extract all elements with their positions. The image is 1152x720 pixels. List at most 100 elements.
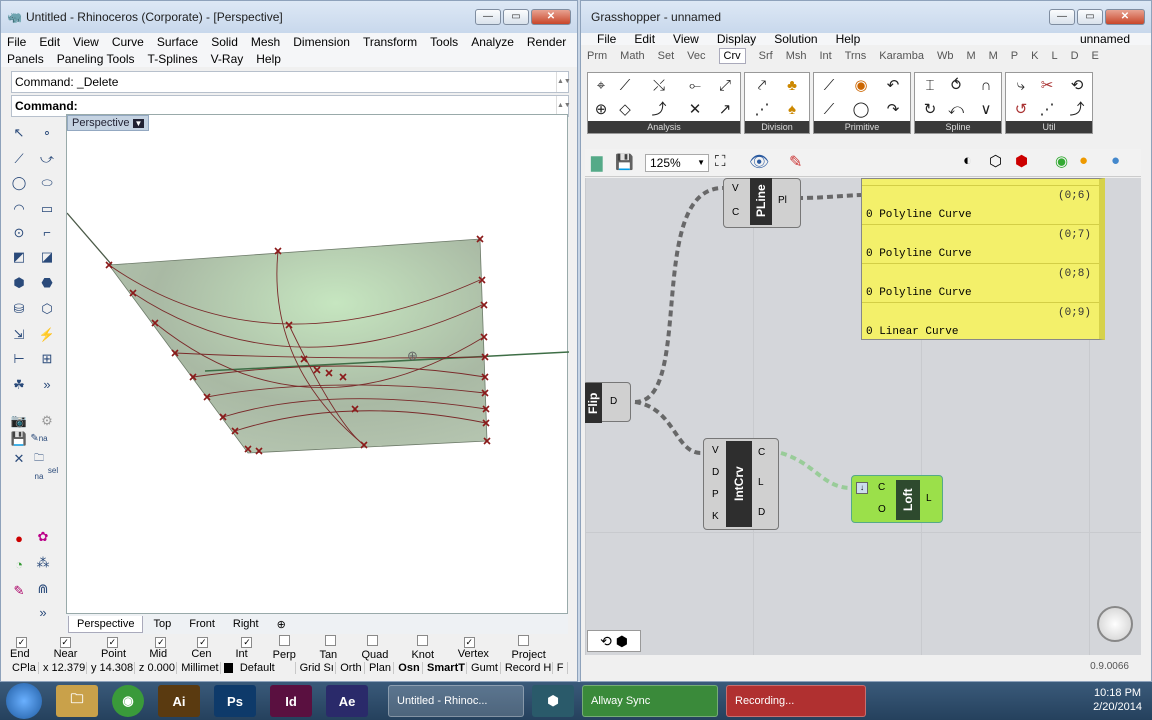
checkbox-icon[interactable] xyxy=(417,635,429,646)
paint-icon[interactable]: ✎ xyxy=(10,582,28,600)
save-icon[interactable]: 💾 xyxy=(10,430,28,448)
checkbox-icon[interactable] xyxy=(517,635,529,646)
app-ae-icon[interactable]: Ae xyxy=(326,685,368,717)
curve-frame-icon[interactable]: ⟜ xyxy=(684,75,706,97)
osnap-point[interactable]: ✓Point xyxy=(101,636,141,660)
osnap-end[interactable]: ✓End xyxy=(10,636,46,660)
checkbox-icon[interactable]: ✓ xyxy=(59,637,71,648)
expand-icon[interactable]: » xyxy=(38,376,56,394)
point-icon[interactable]: ∘ xyxy=(38,124,56,142)
chrome-icon[interactable]: ◉ xyxy=(112,685,144,717)
gh-tab-l[interactable]: L xyxy=(1051,50,1057,62)
tab-right[interactable]: Right xyxy=(225,616,267,632)
gh-menu-view[interactable]: View xyxy=(673,32,699,46)
fillet-gh-icon[interactable]: ↺ xyxy=(1010,99,1032,121)
curve-length-icon[interactable]: ⤢ xyxy=(714,75,736,97)
layout-icon[interactable]: ⊞ xyxy=(38,350,56,368)
gh-tab-k[interactable]: K xyxy=(1031,50,1038,62)
preview-mode-icon[interactable]: ◐ xyxy=(963,152,972,169)
open-icon[interactable]: ▇ xyxy=(591,154,603,172)
gh-tab-vec[interactable]: Vec xyxy=(687,50,705,62)
polyline-gh-icon[interactable]: ↻ xyxy=(919,99,941,121)
kinky-icon[interactable]: ⤺ xyxy=(945,99,967,121)
menu-item-surface[interactable]: Surface xyxy=(157,35,198,49)
divide-length-icon[interactable]: ♣ xyxy=(781,75,803,97)
divide-dist-icon[interactable]: ⋰ xyxy=(751,99,773,121)
gh-menu-display[interactable]: Display xyxy=(717,32,756,46)
gh-tab-wb[interactable]: Wb xyxy=(937,50,954,62)
cylinder-icon[interactable]: ⛁ xyxy=(10,300,28,318)
canvas-nav-icon[interactable]: ⟲ ⬢ xyxy=(587,630,641,652)
surface-icon[interactable]: ◩ xyxy=(10,248,28,266)
gh-tab-d[interactable]: D xyxy=(1071,50,1079,62)
join-icon[interactable]: ⤷ xyxy=(1010,75,1032,97)
start-button[interactable] xyxy=(6,683,42,719)
checkbox-icon[interactable]: ✓ xyxy=(155,637,167,648)
tangent-icon[interactable]: ∨ xyxy=(975,99,997,121)
menu-item-curve[interactable]: Curve xyxy=(112,35,144,49)
gh-tab-p[interactable]: P xyxy=(1011,50,1018,62)
menu-item-analyze[interactable]: Analyze xyxy=(471,35,514,49)
rectangle-icon[interactable]: ▭ xyxy=(38,200,56,218)
move-icon[interactable]: ⇲ xyxy=(10,326,28,344)
close-icon[interactable]: ✕ xyxy=(10,450,28,468)
intcrv-component[interactable]: V D P K IntCrv C L D xyxy=(703,438,779,530)
osnap-project[interactable]: Project xyxy=(512,635,560,661)
circle-primitive-icon[interactable]: ◉ xyxy=(850,75,872,97)
gh-close-button[interactable]: ✕ xyxy=(1105,9,1145,25)
transform-icon[interactable]: ⚡ xyxy=(38,326,56,344)
checkbox-icon[interactable]: ✓ xyxy=(241,637,253,648)
arc-primitive-icon[interactable]: ↶ xyxy=(882,75,904,97)
app-ps-icon[interactable]: Ps xyxy=(214,685,256,717)
edit-icon[interactable]: ✎na xyxy=(30,430,48,448)
save-icon[interactable]: 💾 xyxy=(615,153,634,171)
taskbar-window-recording[interactable]: Recording... xyxy=(726,685,866,717)
mesh-icon[interactable]: ⬡ xyxy=(38,300,56,318)
color-icon[interactable]: ● xyxy=(1079,152,1088,169)
osnap-vertex[interactable]: ✓Vertex xyxy=(458,636,504,660)
clock-date[interactable]: 2/20/2014 xyxy=(1093,700,1142,714)
scroll-arrows-icon[interactable]: ▲▼ xyxy=(556,96,571,116)
gh-tab-msh[interactable]: Msh xyxy=(786,50,807,62)
gh-tab-e[interactable]: E xyxy=(1092,50,1099,62)
menu-item-mesh[interactable]: Mesh xyxy=(251,35,280,49)
gh-menu-help[interactable]: Help xyxy=(836,32,861,46)
osnap-near[interactable]: ✓Near xyxy=(54,636,93,660)
bake-icon[interactable]: ◉ xyxy=(1055,152,1068,170)
offset-gh-icon[interactable]: ⟲ xyxy=(1066,75,1088,97)
output-panel[interactable]: (0;6) 0 Polyline Curve (0;7) 0 Polyline Cur… xyxy=(861,178,1105,340)
fillet-icon[interactable]: ⌐ xyxy=(38,224,56,242)
sphere-icon[interactable]: ● xyxy=(1111,152,1120,169)
menu-item-view[interactable]: View xyxy=(73,35,99,49)
solid-icon[interactable]: ⬣ xyxy=(38,274,56,292)
menu-item-panels[interactable]: Panels xyxy=(7,52,44,66)
osnap-perp[interactable]: Perp xyxy=(273,635,312,661)
curve-analysis-icon[interactable]: ⌖ xyxy=(590,75,612,97)
magnet-icon[interactable]: ⋒ xyxy=(34,580,52,598)
taskbar-window-rhino[interactable]: Untitled - Rhinoc... xyxy=(388,685,524,717)
timer-icon[interactable] xyxy=(1097,606,1133,642)
vray-sphere-icon[interactable]: ● xyxy=(10,530,28,548)
gh-menu-solution[interactable]: Solution xyxy=(774,32,817,46)
pline-component[interactable]: V C PLine Pl xyxy=(723,178,801,228)
checkbox-icon[interactable] xyxy=(325,635,337,646)
menu-item-edit[interactable]: Edit xyxy=(39,35,60,49)
curve-closest-icon[interactable]: ⟋ xyxy=(614,75,636,97)
gh-maximize-button[interactable]: ▭ xyxy=(1077,9,1103,25)
perspective-viewport[interactable]: Perspective ▼ ⊕ xyxy=(66,114,569,614)
menu-item-dimension[interactable]: Dimension xyxy=(293,35,350,49)
flip-component[interactable]: Flip D xyxy=(585,382,631,423)
gh-tab-m[interactable]: M xyxy=(989,50,998,62)
curve-icon[interactable]: ⤻ xyxy=(38,150,56,168)
curve-tan-icon[interactable]: ⤴ xyxy=(648,99,670,121)
menu-item-file[interactable]: File xyxy=(7,35,26,49)
scroll-arrows-icon[interactable]: ▲▼ xyxy=(556,72,571,92)
gh-tab-int[interactable]: Int xyxy=(819,50,831,62)
clock-time[interactable]: 10:18 PM xyxy=(1093,686,1142,700)
nurbs-icon[interactable]: ⌶ xyxy=(919,75,941,97)
curve-param-icon[interactable]: ↗ xyxy=(714,99,736,121)
osnap-tan[interactable]: Tan xyxy=(319,635,353,661)
planar-toggle[interactable]: Plan xyxy=(365,662,395,674)
menu-item-solid[interactable]: Solid xyxy=(211,35,238,49)
osnap-knot[interactable]: Knot xyxy=(411,635,449,661)
